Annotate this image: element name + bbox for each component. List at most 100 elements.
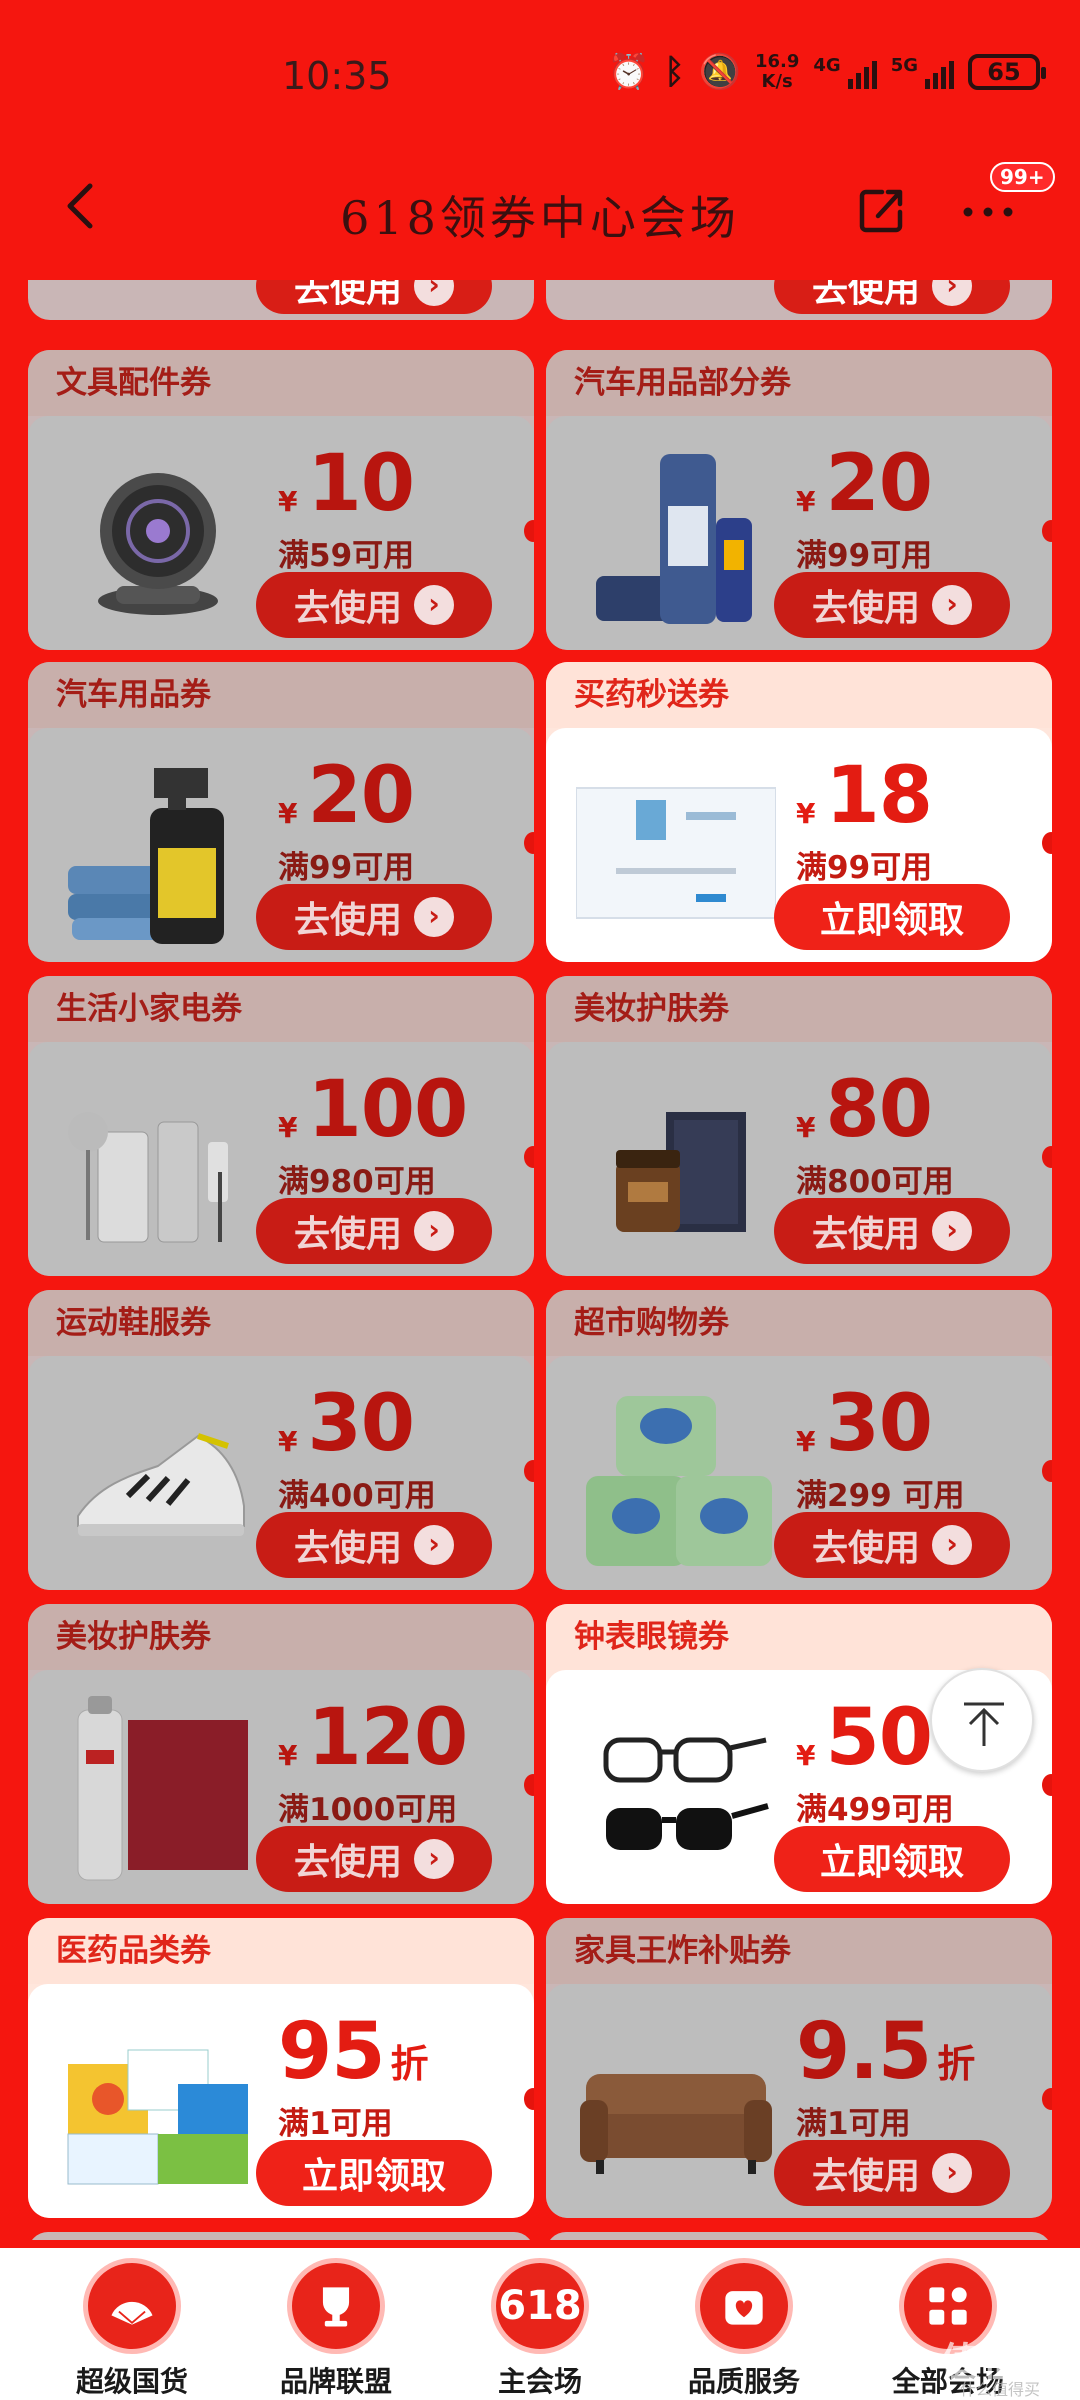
coupon-title: 钟表眼镜券 [546,1604,1052,1670]
618-icon: 618 [491,2258,589,2354]
notification-badge: 99+ [990,162,1055,192]
use-coupon-button[interactable]: 去使用 › [774,2140,1010,2206]
use-coupon-button[interactable]: 去使用 › [774,280,1010,314]
coupon-body: ¥80 满800可用 去使用 › [546,1042,1052,1276]
share-button[interactable] [852,180,912,240]
medicine-box-image [575,748,777,948]
alarm-icon: ⏰ [607,52,651,92]
coupon-grid: 去使用 › 去使用 › 文具配件券 ¥10 满59可用 去使用 › 汽车用品部分券 ¥… [0,280,1080,2240]
coupon-amount: 9.5 折 [796,2007,976,2097]
chevron-right-icon: › [932,1211,972,1251]
use-coupon-button[interactable]: 去使用 › [774,572,1010,638]
coupon-body: ¥20 满99可用 去使用 › [28,728,534,962]
coupon-amount: ¥50 [796,1693,933,1783]
use-coupon-button[interactable]: 去使用 › [256,280,492,314]
coupon-condition: 满499可用 [796,1792,954,1828]
back-to-top-button[interactable] [930,1668,1034,1772]
tab-super-domestic[interactable]: 超级国货 [42,2248,222,2400]
coupon-title: 医药品类券 [28,1918,534,1984]
mute-icon: 🔕 [698,52,741,92]
coupon-body: ¥30 满299 可用 去使用 › [546,1356,1052,1590]
chevron-right-icon: › [932,585,972,625]
coupon-card[interactable]: 文具配件券 ¥10 满59可用 去使用 › [28,350,534,650]
coupon-card-partial: 去使用 › [28,280,534,320]
status-icons: ⏰ ᛒ 🔕 16.9 K/s 4G 5G 65 [607,51,1046,92]
coupon-condition: 满99可用 [796,850,933,886]
use-coupon-button[interactable]: 去使用 › [774,1198,1010,1264]
use-coupon-button[interactable]: 去使用 › [256,1826,492,1892]
coupon-title: 汽车用品券 [28,662,534,728]
coupon-title: 生活小家电券 [28,976,534,1042]
nav-bar: 618领券中心会场 99+ [0,150,1080,280]
coupon-title: 运动鞋服券 [28,1290,534,1356]
use-coupon-button[interactable]: 去使用 › [256,1198,492,1264]
coupon-card[interactable]: 生活小家电券 ¥100 满980可用 去使用 › [28,976,534,1276]
coupon-amount: ¥30 [796,1379,933,1469]
use-coupon-button[interactable]: 去使用 › [774,1512,1010,1578]
coupon-body: ¥120 满1000可用 去使用 › [28,1670,534,1904]
tab-quality-service[interactable]: 品质服务 [654,2248,834,2400]
fan-icon [83,2258,181,2354]
tab-brand-alliance[interactable]: 品牌联盟 [246,2248,426,2400]
coupon-title: 文具配件券 [28,350,534,416]
coupon-card[interactable]: 买药秒送券 ¥18 满99可用 立即领取 [546,662,1052,962]
coupon-condition: 满59可用 [278,538,415,574]
coupon-condition: 满299 可用 [796,1478,965,1514]
use-coupon-button[interactable]: 去使用 › [256,572,492,638]
coupon-card[interactable]: 运动鞋服券 ¥30 满400可用 去使用 › [28,1290,534,1590]
coupon-title: 超市购物券 [546,1290,1052,1356]
coupon-body: ¥18 满99可用 立即领取 [546,728,1052,962]
coupon-condition: 满400可用 [278,1478,436,1514]
coupon-amount: ¥120 [278,1693,468,1783]
battery-indicator: 65 [968,54,1046,90]
coupon-body: ¥10 满59可用 去使用 › [28,416,534,650]
chevron-right-icon: › [414,897,454,937]
use-coupon-button[interactable]: 去使用 › [256,884,492,950]
chevron-right-icon: › [414,585,454,625]
coupon-card[interactable]: 美妆护肤券 ¥120 满1000可用 去使用 › [28,1604,534,1904]
sneaker-image [58,1376,258,1576]
coupon-title: 买药秒送券 [546,662,1052,728]
coupon-body: ¥30 满400可用 去使用 › [28,1356,534,1590]
spray-bottle-image [58,748,258,948]
coupon-body: 9.5 折 满1可用 去使用 › [546,1984,1052,2218]
appliances-image [58,1062,258,1262]
chevron-right-icon: › [414,1839,454,1879]
coupon-amount: ¥80 [796,1065,933,1155]
claim-coupon-button[interactable]: 立即领取 [256,2140,492,2206]
vitamin-boxes-image [58,2004,258,2204]
coupon-condition: 满99可用 [278,850,415,886]
skii-set-image [58,1690,258,1890]
coupon-card-partial [28,2232,534,2240]
signal-4g-icon: 4G [813,55,877,89]
coupon-condition: 满800可用 [796,1164,954,1200]
coupon-amount: 95 折 [278,2007,429,2097]
heart-bag-icon [695,2258,793,2354]
use-coupon-button[interactable]: 去使用 › [256,1512,492,1578]
sofa-image [576,2004,776,2204]
net-speed: 16.9 K/s [754,51,800,92]
chevron-right-icon: › [414,280,454,306]
tab-main-venue[interactable]: 618 主会场 [450,2248,630,2400]
glasses-image [576,1690,776,1890]
coupon-card[interactable]: 汽车用品券 ¥20 满99可用 去使用 › [28,662,534,962]
chevron-right-icon: › [932,1525,972,1565]
chevron-right-icon: › [932,2153,972,2193]
coupon-title: 汽车用品部分券 [546,350,1052,416]
status-time: 10:35 [282,54,392,98]
page-title: 618领券中心会场 [340,191,740,245]
bottom-tab-bar: 超级国货 品牌联盟 618 主会场 品质服务 全部会场 值值值 什么值得买 [0,2248,1080,2400]
coupon-card[interactable]: 家具王炸补贴券 9.5 折 满1可用 去使用 › [546,1918,1052,2218]
coupon-card[interactable]: 汽车用品部分券 ¥20 满99可用 去使用 › [546,350,1052,650]
coupon-title: 美妆护肤券 [546,976,1052,1042]
coupon-card[interactable]: 超市购物券 ¥30 满299 可用 去使用 › [546,1290,1052,1590]
car-spray-image [576,436,776,636]
watermark-sub: 什么值得买 [959,2380,1040,2399]
claim-coupon-button[interactable]: 立即领取 [774,1826,1010,1892]
bluetooth-icon: ᛒ [664,52,685,92]
coupon-card[interactable]: 美妆护肤券 ¥80 满800可用 去使用 › [546,976,1052,1276]
coupon-body: 95 折 满1可用 立即领取 [28,1984,534,2218]
coupon-condition: 满99可用 [796,538,933,574]
coupon-card[interactable]: 医药品类券 95 折 满1可用 立即领取 [28,1918,534,2218]
claim-coupon-button[interactable]: 立即领取 [774,884,1010,950]
